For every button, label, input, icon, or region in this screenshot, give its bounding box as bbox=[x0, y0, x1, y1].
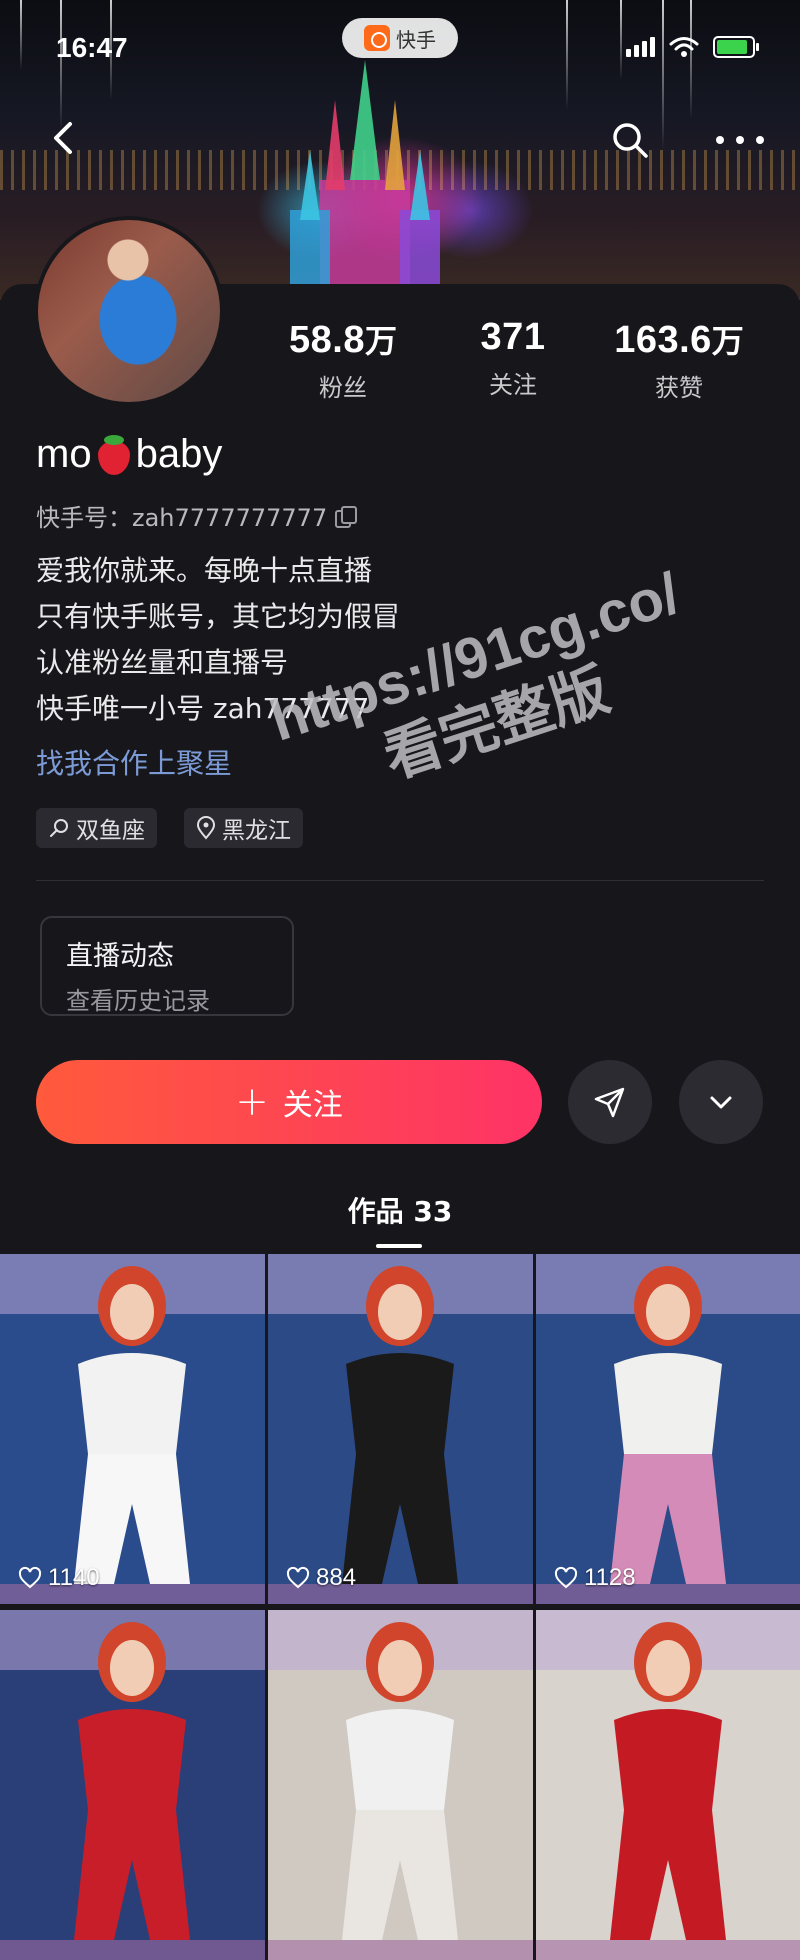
plus-icon: + bbox=[235, 1079, 269, 1125]
cooperation-link[interactable]: 找我合作上聚星 bbox=[36, 742, 232, 782]
work-thumbnail-image bbox=[0, 1610, 265, 1960]
divider bbox=[36, 880, 764, 881]
tab-indicator bbox=[376, 1244, 422, 1248]
kuaishou-logo-icon bbox=[364, 25, 390, 51]
more-options-button[interactable] bbox=[679, 1060, 763, 1144]
bio-line: 只有快手账号，其它均为假冒 bbox=[36, 600, 401, 633]
zodiac-icon bbox=[50, 819, 68, 837]
share-button[interactable] bbox=[568, 1060, 652, 1144]
stat-unit: 万 bbox=[711, 322, 744, 360]
avatar[interactable] bbox=[34, 216, 224, 406]
heart-icon bbox=[18, 1566, 42, 1589]
work-thumbnail-image bbox=[536, 1610, 800, 1960]
work-likes-count: 884 bbox=[316, 1564, 357, 1591]
tag-label: 双鱼座 bbox=[76, 818, 145, 844]
strawberry-icon bbox=[94, 433, 134, 477]
back-icon[interactable] bbox=[44, 118, 84, 158]
stat-label: 获赞 bbox=[655, 374, 703, 402]
work-thumbnail-image bbox=[268, 1610, 533, 1960]
heart-icon bbox=[554, 1566, 578, 1589]
work-thumbnail[interactable] bbox=[0, 1610, 265, 1960]
work-thumbnail[interactable] bbox=[536, 1610, 800, 1960]
work-likes: 884 bbox=[286, 1564, 356, 1592]
kuaishou-id-text: 快手号：zah7777777777 bbox=[36, 504, 328, 532]
stat-value: 58.8 bbox=[289, 319, 365, 361]
work-likes: 1128 bbox=[554, 1564, 636, 1592]
search-icon[interactable] bbox=[608, 118, 652, 162]
system-icons bbox=[626, 36, 759, 58]
status-time: 16:47 bbox=[56, 32, 128, 63]
stat-label: 粉丝 bbox=[319, 374, 367, 402]
work-likes: 1140 bbox=[18, 1564, 100, 1592]
tag-location[interactable]: 黑龙江 bbox=[184, 808, 303, 848]
app-name: 快手 bbox=[396, 27, 436, 52]
send-icon bbox=[594, 1087, 625, 1118]
battery-icon bbox=[713, 36, 759, 58]
live-card-title: 直播动态 bbox=[66, 941, 174, 972]
more-icon[interactable] bbox=[710, 118, 770, 162]
bio-line: 爱我你就来。每晚十点直播 bbox=[36, 554, 373, 587]
kuaishou-id[interactable]: 快手号：zah7777777777 bbox=[36, 498, 358, 533]
stat-followers[interactable]: 58.8万 粉丝 bbox=[258, 316, 428, 403]
live-card-subtitle: 查看历史记录 bbox=[66, 987, 210, 1015]
work-thumbnail[interactable]: 1140 bbox=[0, 1254, 265, 1604]
tag-zodiac[interactable]: 双鱼座 bbox=[36, 808, 157, 848]
profile-name-suffix: baby bbox=[135, 432, 223, 476]
work-thumbnail-image bbox=[268, 1254, 533, 1604]
location-pin-icon bbox=[196, 816, 216, 840]
heart-icon bbox=[286, 1566, 310, 1589]
work-likes-count: 1140 bbox=[48, 1564, 100, 1591]
work-thumbnail-image bbox=[536, 1254, 800, 1604]
stat-likes[interactable]: 163.6万 获赞 bbox=[594, 316, 764, 403]
work-thumbnail[interactable]: 884 bbox=[268, 1254, 533, 1604]
wifi-icon bbox=[669, 37, 699, 57]
stat-following[interactable]: 371 关注 bbox=[428, 316, 598, 400]
castle-illustration bbox=[290, 60, 440, 290]
tab-works[interactable]: 作品 33 bbox=[300, 1190, 500, 1230]
live-history-card[interactable]: 直播动态 查看历史记录 bbox=[40, 916, 294, 1016]
profile-name: mo baby bbox=[36, 432, 222, 477]
copy-icon[interactable] bbox=[335, 505, 358, 528]
stat-value: 371 bbox=[480, 316, 546, 358]
tag-label: 黑龙江 bbox=[222, 818, 291, 844]
follow-label: 关注 bbox=[282, 1088, 343, 1123]
work-likes-count: 1128 bbox=[584, 1564, 636, 1591]
work-thumbnail[interactable]: 1128 bbox=[536, 1254, 800, 1604]
signal-icon bbox=[626, 37, 655, 57]
follow-button[interactable]: + 关注 bbox=[36, 1060, 542, 1144]
profile-name-prefix: mo bbox=[36, 432, 92, 476]
app-badge[interactable]: 快手 bbox=[342, 18, 458, 58]
stat-label: 关注 bbox=[489, 371, 537, 399]
stat-unit: 万 bbox=[364, 322, 397, 360]
work-thumbnail-image bbox=[0, 1254, 265, 1604]
chevron-down-icon bbox=[710, 1096, 732, 1109]
work-thumbnail[interactable] bbox=[268, 1610, 533, 1960]
stat-value: 163.6 bbox=[614, 319, 712, 361]
